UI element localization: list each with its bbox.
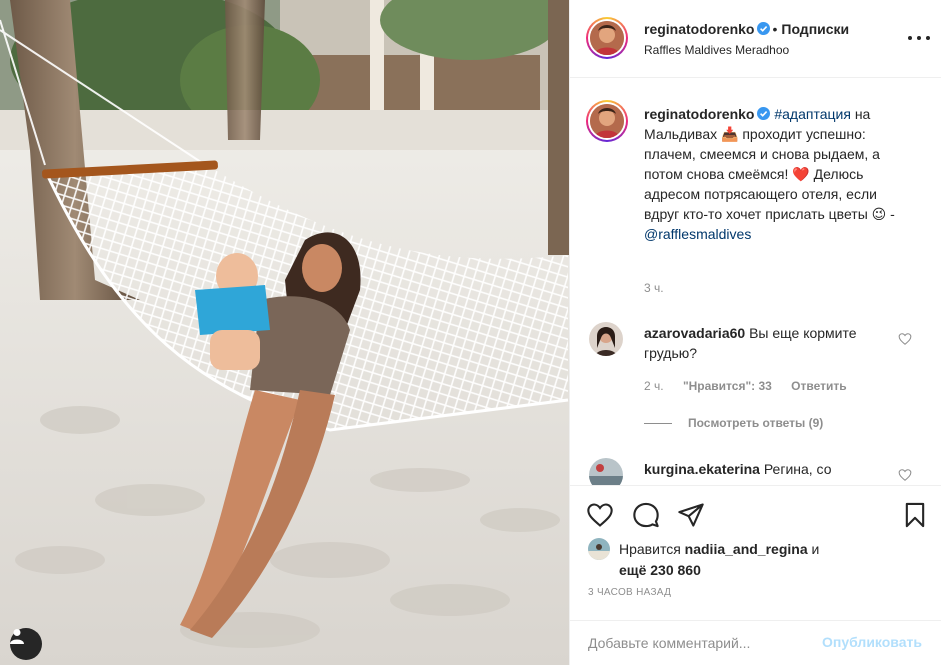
inbox-tray-emoji-icon: 📥 <box>721 126 739 142</box>
comment-bubble-icon[interactable] <box>632 501 660 529</box>
comment-body: Регина, со <box>763 461 832 477</box>
caption-timestamp[interactable]: 3 ч. <box>644 281 664 295</box>
ellipsis-icon[interactable] <box>908 28 930 48</box>
comment-username[interactable]: kurgina.ekaterina <box>644 461 760 477</box>
author-avatar[interactable] <box>586 17 628 59</box>
likes-text: Нравится nadiia_and_regina и ещё 230 860 <box>619 539 919 581</box>
post-caption: reginatodorenko #адаптация на Мальдивах … <box>644 104 914 244</box>
view-replies-label: Посмотреть ответы (9) <box>688 416 824 430</box>
liker-avatar[interactable] <box>588 538 610 560</box>
post-actions: Нравится nadiia_and_regina и ещё 230 860… <box>570 485 941 665</box>
view-replies-button[interactable]: Посмотреть ответы (9) <box>644 416 823 430</box>
likes-prefix: Нравится <box>619 541 681 557</box>
comment-heart-icon[interactable] <box>898 468 912 482</box>
comment-time[interactable]: 2 ч. <box>644 379 664 393</box>
liker-username[interactable]: nadiia_and_regina <box>685 541 808 557</box>
share-plane-icon[interactable] <box>677 501 705 529</box>
following-button[interactable]: Подписки <box>781 21 849 37</box>
comment-likes[interactable]: "Нравится": 33 <box>683 379 772 393</box>
comment-avatar[interactable] <box>589 458 623 485</box>
caption-username[interactable]: reginatodorenko <box>644 106 754 122</box>
comment-2: kurgina.ekaterina Регина, со <box>644 459 894 479</box>
verified-badge-icon <box>757 107 771 120</box>
post-sidebar: reginatodorenko • Подписки Raffles Maldive… <box>569 0 941 665</box>
bookmark-icon[interactable] <box>901 501 929 529</box>
comment-username[interactable]: azarovadaria60 <box>644 325 745 341</box>
publish-button[interactable]: Опубликовать <box>822 634 922 650</box>
comment-meta: 2 ч. "Нравится": 33 Ответить <box>644 379 863 393</box>
comments-area[interactable]: reginatodorenko #адаптация на Мальдивах … <box>570 79 941 485</box>
comment-avatar[interactable] <box>589 322 623 356</box>
header-separator: • <box>772 21 778 37</box>
like-heart-icon[interactable] <box>586 501 614 529</box>
wink-emoji-icon: 😉 <box>871 206 887 222</box>
likes-conj: и <box>807 541 820 557</box>
caption-text-4: - <box>886 206 895 222</box>
comment-heart-icon[interactable] <box>898 332 912 346</box>
comment-1: azarovadaria60 Вы еще кормите грудью? <box>644 323 894 363</box>
add-comment-bar: Опубликовать <box>570 620 941 666</box>
likes-count-button[interactable]: ещё 230 860 <box>619 562 701 578</box>
post-header: reginatodorenko • Подписки Raffles Maldive… <box>570 0 941 78</box>
reply-button[interactable]: Ответить <box>791 379 846 393</box>
verified-badge-icon <box>757 22 771 35</box>
instagram-post: reginatodorenko • Подписки Raffles Maldive… <box>0 0 941 665</box>
header-username[interactable]: reginatodorenko <box>644 21 754 37</box>
hashtag-link[interactable]: #адаптация <box>774 106 851 122</box>
post-photo[interactable] <box>0 0 569 665</box>
post-location[interactable]: Raffles Maldives Meradhoo <box>644 43 789 57</box>
user-tag-icon[interactable] <box>10 628 42 660</box>
caption-avatar[interactable] <box>586 100 628 142</box>
post-photo-image <box>0 0 569 665</box>
red-heart-emoji-icon: ❤️ <box>792 166 810 182</box>
comment-input[interactable] <box>588 633 808 653</box>
post-timestamp[interactable]: 3 ЧАСОВ НАЗАД <box>588 587 671 598</box>
mention-link[interactable]: @rafflesmaldives <box>644 226 751 242</box>
header-username-line: reginatodorenko • Подписки <box>644 21 849 37</box>
